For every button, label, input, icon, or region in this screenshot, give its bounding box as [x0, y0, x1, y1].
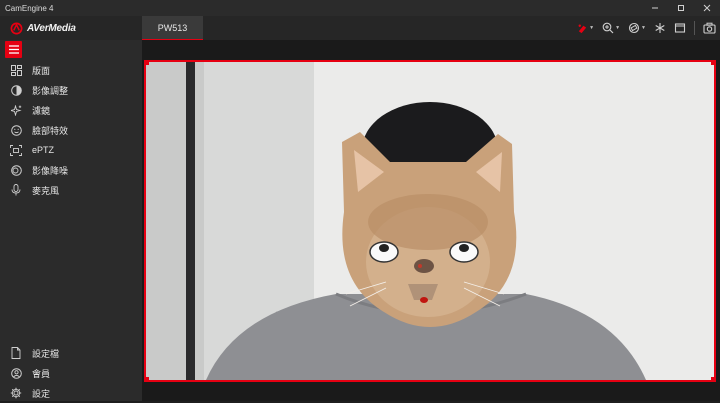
avermedia-logo-icon [10, 22, 23, 34]
zoom-icon [602, 22, 614, 34]
sidebar-item-denoise[interactable]: 影像降噪 [0, 160, 142, 180]
sidebar-item-member[interactable]: 會員 [0, 363, 142, 383]
selection-handle[interactable] [711, 62, 714, 65]
sidebar-item-face-effect[interactable]: 臉部特效 [0, 120, 142, 140]
brand-logo: AVerMedia [0, 16, 142, 40]
member-icon [0, 367, 32, 379]
highlight-marker-icon [578, 24, 587, 33]
highlight-button[interactable]: ▼ [577, 23, 594, 34]
selection-handle[interactable] [146, 62, 149, 65]
minimize-icon [652, 7, 658, 9]
face-effect-icon [0, 124, 32, 136]
sidebar-item-label: 濾鏡 [32, 105, 51, 116]
window-title: CamEngine 4 [5, 3, 54, 13]
close-button[interactable] [694, 0, 720, 16]
sidebar-item-label: 影像降噪 [32, 165, 69, 176]
rotate-button[interactable]: ▼ [628, 22, 646, 34]
maximize-icon [678, 5, 684, 11]
brand-name: AVerMedia [27, 22, 76, 34]
image-adjust-icon [0, 84, 32, 96]
zoom-button[interactable]: ▼ [602, 22, 620, 34]
preview-stage [142, 40, 720, 401]
sidebar-item-label: 版面 [32, 65, 51, 76]
sidebar-item-image-adjust[interactable]: 影像調整 [0, 80, 142, 100]
selection-handle[interactable] [711, 377, 714, 380]
sidebar-item-label: 臉部特效 [32, 125, 69, 136]
sidebar-item-microphone[interactable]: 麥克風 [0, 180, 142, 200]
minimize-button[interactable] [642, 0, 668, 16]
selection-handle[interactable] [146, 377, 149, 380]
hamburger-icon [8, 45, 19, 54]
denoise-icon [0, 164, 32, 176]
freeze-button[interactable] [654, 22, 666, 34]
title-bar: CamEngine 4 [0, 0, 720, 16]
close-icon [703, 4, 711, 12]
toolbar-divider [694, 21, 695, 35]
sidebar-item-label: 設定 [32, 388, 51, 399]
snapshot-button[interactable] [703, 22, 716, 34]
top-bar: AVerMedia PW513 ▼ ▼ ▼ [0, 16, 720, 40]
window-mode-button[interactable] [674, 22, 686, 34]
rotate-icon [628, 22, 640, 34]
sidebar-item-label: 麥克風 [32, 185, 60, 196]
sidebar-item-eptz[interactable]: ePTZ [0, 140, 142, 160]
sidebar-item-label: 影像調整 [32, 85, 69, 96]
tab-device[interactable]: PW513 [142, 16, 203, 40]
sidebar-item-filter[interactable]: 濾鏡 [0, 100, 142, 120]
eptz-icon [0, 144, 32, 156]
sidebar-item-label: ePTZ [32, 145, 55, 155]
toolbar: ▼ ▼ ▼ [577, 16, 716, 40]
filter-sparkle-icon [0, 104, 32, 116]
camera-feed-image [146, 62, 714, 380]
microphone-icon [0, 184, 32, 196]
window-icon [674, 23, 686, 33]
snapshot-icon [703, 22, 716, 34]
sidebar-item-label: 設定檔 [32, 348, 60, 359]
sidebar-item-label: 會員 [32, 368, 51, 379]
freeze-icon [655, 23, 665, 33]
maximize-button[interactable] [668, 0, 694, 16]
sidebar-item-profile[interactable]: 設定檔 [0, 343, 142, 363]
sidebar-item-layout[interactable]: 版面 [0, 60, 142, 80]
hamburger-menu-button[interactable] [5, 41, 22, 58]
settings-gear-icon [0, 387, 32, 399]
sidebar-item-settings[interactable]: 設定 [0, 383, 142, 403]
profile-file-icon [0, 347, 32, 359]
layout-icon [0, 64, 32, 76]
camera-preview[interactable] [144, 60, 716, 382]
sidebar: 版面 影像調整 濾鏡 臉部特效 ePTZ 影像降噪 麥克風 設定檔 會員 設定 [0, 40, 142, 401]
